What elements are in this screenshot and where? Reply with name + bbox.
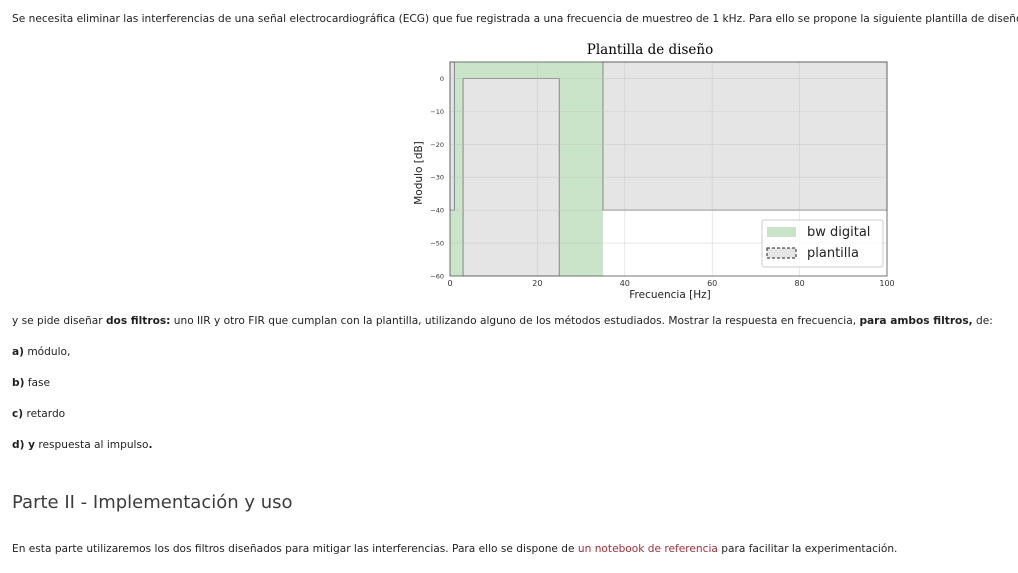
req-text-2: uno IIR y otro FIR que cumplan con la pl… bbox=[170, 315, 860, 327]
x-axis-label: Frecuencia [Hz] bbox=[629, 289, 710, 301]
x-tick-label: 40 bbox=[620, 279, 630, 288]
item-label: a) bbox=[12, 346, 24, 358]
list-item-a: a) módulo, bbox=[12, 345, 70, 359]
y-tick-label: −30 bbox=[430, 174, 444, 182]
plantilla-region bbox=[602, 61, 888, 211]
req-bold-2: para ambos filtros, bbox=[859, 315, 973, 327]
chart-title: Plantilla de diseño bbox=[587, 42, 713, 58]
item-text: fase bbox=[24, 377, 51, 389]
legend-swatch-plantilla bbox=[766, 247, 797, 259]
list-item-b: b) fase bbox=[12, 376, 50, 390]
p2-text-2: para facilitar la experimentación. bbox=[717, 543, 898, 555]
y-tick-label: −10 bbox=[430, 108, 444, 116]
item-text: respuesta al impulso bbox=[35, 439, 149, 451]
reference-notebook-link[interactable]: un notebook de referencia bbox=[578, 543, 718, 555]
legend-label-bw-digital: bw digital bbox=[807, 225, 870, 240]
design-template-chart: Plantilla de diseño 0 20 40 60 80 100 0 −10 −20 −… bbox=[413, 42, 895, 301]
req-text-1: y se pide diseñar bbox=[12, 315, 106, 327]
item-label-y: y bbox=[24, 439, 36, 451]
p2-text-1: En esta parte utilizaremos los dos filtr… bbox=[12, 543, 578, 555]
part2-paragraph: En esta parte utilizaremos los dos filtr… bbox=[12, 542, 897, 556]
legend-swatch-bw-digital bbox=[767, 227, 796, 237]
item-label: c) bbox=[12, 408, 24, 420]
req-bold-1: dos filtros: bbox=[105, 315, 171, 327]
y-tick-label: −50 bbox=[430, 240, 444, 248]
req-text-3: de: bbox=[972, 315, 993, 327]
x-tick-label: 60 bbox=[707, 279, 717, 288]
x-tick-label: 0 bbox=[447, 279, 452, 288]
list-item-c: c) retardo bbox=[12, 407, 65, 421]
list-item-d: d) y respuesta al impulso. bbox=[12, 438, 153, 452]
y-tick-label: −60 bbox=[430, 273, 444, 281]
y-tick-label: −40 bbox=[430, 207, 444, 215]
chart-legend: bw digital plantilla bbox=[761, 219, 884, 268]
y-tick-label: 0 bbox=[440, 75, 444, 83]
intro-paragraph: Se necesita eliminar las interferencias … bbox=[12, 13, 1018, 25]
legend-label-plantilla: plantilla bbox=[807, 246, 859, 261]
y-tick-label: −20 bbox=[430, 141, 444, 149]
item-text: retardo bbox=[23, 408, 66, 420]
item-label: d) bbox=[12, 439, 25, 451]
section-heading: Parte II - Implementación y uso bbox=[12, 492, 293, 513]
y-axis-label: Modulo [dB] bbox=[413, 141, 425, 205]
x-tick-label: 100 bbox=[879, 279, 894, 288]
plantilla-region bbox=[449, 61, 455, 211]
requirement-paragraph: y se pide diseñar dos filtros: uno IIR y… bbox=[12, 314, 993, 328]
item-text: módulo, bbox=[24, 346, 71, 358]
item-label: b) bbox=[12, 377, 25, 389]
x-tick-label: 20 bbox=[532, 279, 542, 288]
item-end: . bbox=[148, 439, 153, 451]
x-tick-label: 80 bbox=[795, 279, 805, 288]
